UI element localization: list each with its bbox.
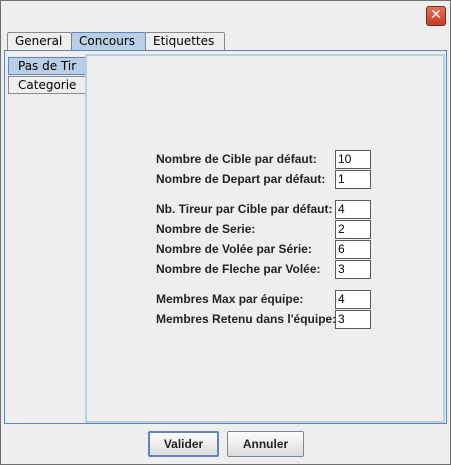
cancel-button[interactable]: Annuler bbox=[227, 431, 304, 457]
pas-de-tir-panel bbox=[85, 54, 445, 423]
field-label-series: Nombre de Serie: bbox=[156, 222, 256, 236]
input-membres-retenu[interactable]: 3 bbox=[335, 310, 371, 329]
tab-etiquettes[interactable]: Etiquettes bbox=[145, 32, 225, 51]
input-volees[interactable]: 6 bbox=[335, 240, 371, 259]
field-label-membres-max: Membres Max par équipe: bbox=[156, 292, 304, 306]
validate-button[interactable]: Valider bbox=[148, 431, 219, 457]
input-membres-max[interactable]: 4 bbox=[335, 290, 371, 309]
title-bar: ✕ bbox=[1, 1, 450, 29]
tab-general[interactable]: General bbox=[7, 32, 72, 51]
field-label-fleches: Nombre de Fleche par Volée: bbox=[156, 262, 321, 276]
tab-concours[interactable]: Concours bbox=[71, 32, 146, 51]
field-label-cibles: Nombre de Cible par défaut: bbox=[156, 152, 317, 166]
side-tab-pas-de-tir[interactable]: Pas de Tir bbox=[8, 57, 86, 75]
input-series[interactable]: 2 bbox=[335, 220, 371, 239]
input-cibles[interactable]: 10 bbox=[335, 150, 371, 169]
field-label-membres-retenu: Membres Retenu dans l'équipe: bbox=[156, 312, 337, 326]
field-label-tireurs: Nb. Tireur par Cible par défaut: bbox=[156, 202, 333, 216]
field-label-volees: Nombre de Volée par Série: bbox=[156, 242, 312, 256]
input-fleches[interactable]: 3 bbox=[335, 260, 371, 279]
side-tab-categorie[interactable]: Categorie bbox=[8, 76, 86, 94]
input-tireurs[interactable]: 4 bbox=[335, 200, 371, 219]
close-icon[interactable]: ✕ bbox=[426, 6, 446, 26]
field-label-departs: Nombre de Depart par défaut: bbox=[156, 172, 326, 186]
input-departs[interactable]: 1 bbox=[335, 170, 371, 189]
